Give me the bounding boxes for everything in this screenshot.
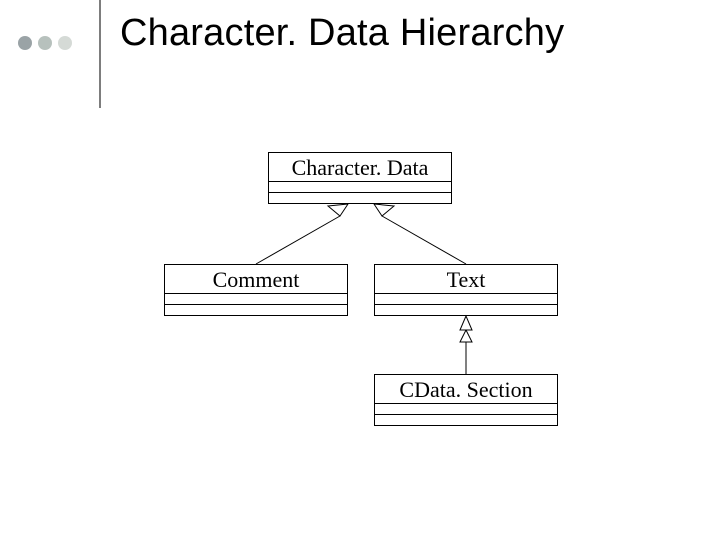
title-divider [99, 0, 101, 108]
bullet-dot [38, 36, 52, 50]
bullet-dot [18, 36, 32, 50]
uml-class-name: Character. Data [268, 152, 452, 182]
uml-class-section [164, 294, 348, 305]
uml-class-cdatasection: CData. Section [374, 374, 558, 426]
uml-class-comment: Comment [164, 264, 348, 316]
uml-class-text: Text [374, 264, 558, 316]
uml-class-section [268, 182, 452, 193]
bullet-dot [58, 36, 72, 50]
uml-class-section [164, 305, 348, 316]
slide: Character. Data Hierarchy Character. Dat… [0, 0, 720, 540]
uml-class-section [374, 415, 558, 426]
uml-edges [0, 0, 720, 540]
uml-class-section [374, 305, 558, 316]
uml-class-name: Text [374, 264, 558, 294]
title-bullets [18, 36, 72, 50]
uml-class-name: Comment [164, 264, 348, 294]
uml-class-section [268, 193, 452, 204]
uml-class-name: CData. Section [374, 374, 558, 404]
uml-class-section [374, 294, 558, 305]
page-title: Character. Data Hierarchy [120, 12, 564, 55]
uml-class-characterdata: Character. Data [268, 152, 452, 204]
uml-class-section [374, 404, 558, 415]
